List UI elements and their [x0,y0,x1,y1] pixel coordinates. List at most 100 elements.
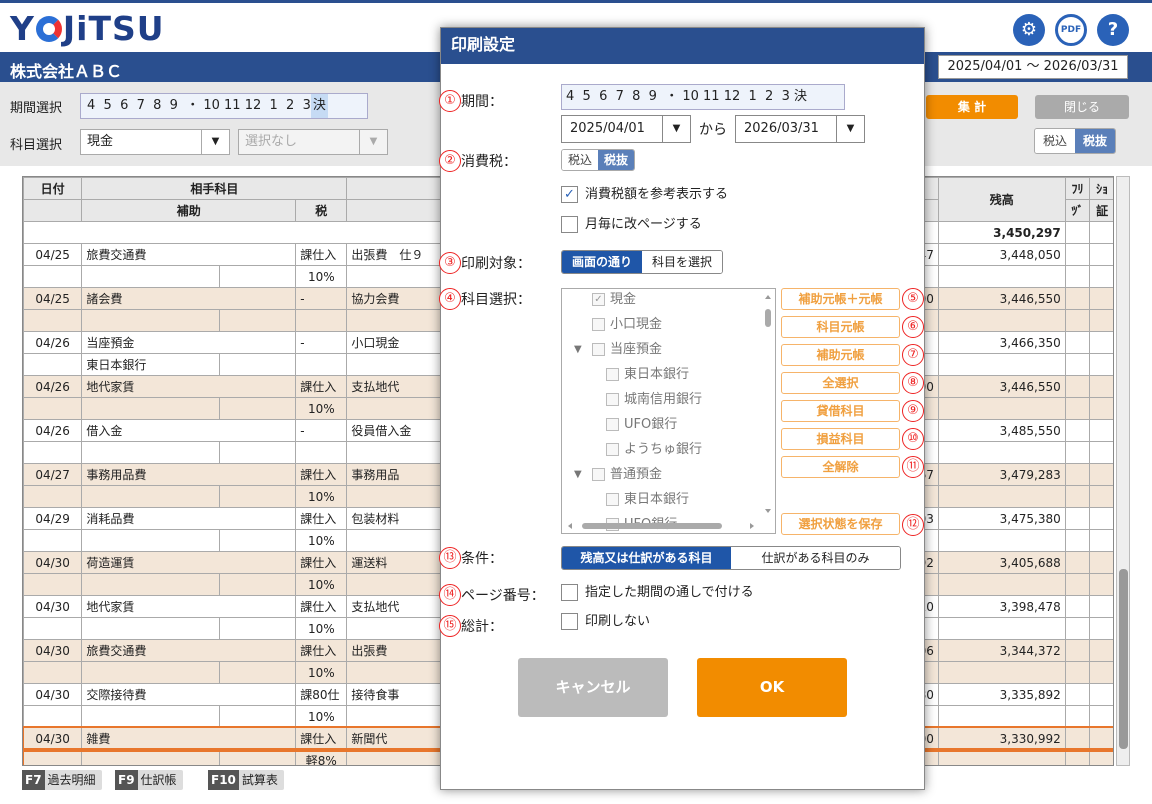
dialog-month-selector[interactable]: 4 5 6 7 8 9 ・ 10 11 12 1 2 3 決 [561,84,845,110]
gear-icon[interactable]: ⚙ [1013,14,1045,46]
sub-account-dropdown[interactable]: 選択なし ▼ [238,129,388,155]
save-selection-button[interactable]: 選択状態を保存 [781,513,900,535]
cell-balance: 3,446,550 [937,375,1066,398]
cell-blank [937,617,1066,640]
cell-account: 当座預金 [81,331,297,354]
tree-item[interactable]: 小口現金 [592,316,662,334]
pl-accounts-button[interactable]: 損益科目 [781,428,900,450]
tree-item[interactable]: ✓ 現金 [592,291,636,309]
cell-flag [1089,749,1113,765]
target-screen-option[interactable]: 画面の通り [562,251,643,273]
tax-incl-option[interactable]: 税込 [1035,129,1076,153]
cell-flag [1089,265,1113,288]
from-date-select[interactable]: 2025/04/01 ▼ [561,115,691,143]
header-furi: ﾌﾘ [1064,177,1091,200]
cell-blank [23,485,83,508]
f10-key[interactable]: F10 試算表 [208,770,284,790]
cell-dept [219,705,297,728]
dialog-tax-incl[interactable]: 税込 [562,150,599,170]
cell-flag [1064,331,1091,354]
cell-tax: - [295,419,348,442]
dialog-month-end[interactable]: 決 [794,89,807,104]
dialog-tax-toggle[interactable]: 税込 税抜 [561,149,636,171]
tax-excl-option[interactable]: 税抜 [1075,129,1116,153]
dialog-tax-excl[interactable]: 税抜 [598,150,635,170]
kara-label: から [699,122,727,138]
close-button[interactable]: 閉じる [1035,95,1129,119]
triangle-down-icon[interactable]: ▼ [574,466,582,484]
sub-and-main-ledger-button[interactable]: 補助元帳＋元帳 [781,288,900,310]
condition-label: 条件： [461,551,503,567]
condition-entries-option[interactable]: 仕訳がある科目のみ [731,547,900,569]
empty-checkbox-icon [561,584,578,601]
target-select-option[interactable]: 科目を選択 [642,251,723,273]
account-dropdown[interactable]: 現金 ▼ [80,129,230,155]
tree-horizontal-scrollbar[interactable] [566,521,756,531]
cell-balance: 3,398,478 [937,595,1066,618]
condition-toggle[interactable]: 残高又は仕訳がある科目 仕訳がある科目のみ [561,546,901,570]
cell-blank [937,397,1066,420]
to-date-select[interactable]: 2026/03/31 ▼ [735,115,865,143]
deselect-all-button[interactable]: 全解除 [781,456,900,478]
table-scrollbar[interactable] [1116,176,1130,766]
cell-taxrate [295,441,348,464]
triangle-down-icon[interactable]: ▼ [574,341,582,359]
tax-toggle[interactable]: 税込 税抜 [1034,128,1117,154]
select-all-button[interactable]: 全選択 [781,372,900,394]
cell-dept [219,397,297,420]
pdf-icon[interactable]: PDF [1055,14,1087,46]
target-toggle[interactable]: 画面の通り 科目を選択 [561,250,724,274]
monthly-page-checkbox[interactable]: 月毎に改ページする [561,216,702,234]
cell-blank [937,353,1066,376]
cell-flag [1089,551,1113,574]
cell-sub [81,485,221,508]
sub-ledger-button[interactable]: 補助元帳 [781,344,900,366]
f9-key[interactable]: F9 仕訳帳 [115,770,183,790]
marker-8: ⑧ [902,372,924,394]
account-ledger-button[interactable]: 科目元帳 [781,316,900,338]
cell-flag [1089,639,1113,662]
header-sho: ｼｮ [1089,177,1113,200]
account-tree[interactable]: ✓ 現金 小口現金 ▼ 当座預金 東日本銀行 城南信用銀行 UFO銀行 ようちゅ銀行… [561,288,776,534]
f7-key[interactable]: F7 過去明細 [22,770,102,790]
marker-11: ⑪ [902,456,924,478]
condition-balance-option[interactable]: 残高又は仕訳がある科目 [562,547,731,569]
scroll-thumb[interactable] [1119,569,1128,749]
tree-item[interactable]: ▼ 普通預金 [574,466,663,484]
cell-date: 04/30 [23,727,83,750]
cell-sub [81,441,221,464]
tree-item[interactable]: 城南信用銀行 [606,391,702,409]
tree-item[interactable]: ▼ 当座預金 [574,341,663,359]
page-number-checkbox[interactable]: 指定した期間の通しで付ける [561,584,754,602]
cell-flag [1089,617,1113,640]
cell-blank [937,749,1066,765]
cell-blank [937,441,1066,464]
cell-balance: 3,485,550 [937,419,1066,442]
tree-item-label: 当座預金 [610,342,663,357]
no-total-checkbox[interactable]: 印刷しない [561,613,650,631]
cell-flag [1064,419,1091,442]
tax-ref-checkbox[interactable]: ✓ 消費税額を参考表示する [561,186,728,204]
tree-item[interactable]: UFO銀行 [606,416,677,434]
dialog-title: 印刷設定 [441,28,924,64]
carry-balance: 3,450,297 [937,221,1066,244]
tree-vertical-scrollbar[interactable] [763,293,773,515]
cell-tax: 課仕入 [295,595,348,618]
tree-item[interactable]: 東日本銀行 [606,491,689,509]
help-icon[interactable]: ? [1097,14,1129,46]
cancel-button[interactable]: キャンセル [518,658,668,717]
cell-flag [1089,287,1113,310]
cell-flag [1064,595,1091,618]
cell-account: 地代家賃 [81,375,297,398]
tax-ref-label: 消費税額を参考表示する [585,187,729,202]
tree-item[interactable]: 東日本銀行 [606,366,689,384]
tree-item[interactable]: ようちゅ銀行 [606,441,702,459]
balance-sheet-accounts-button[interactable]: 貸借科目 [781,400,900,422]
total-button[interactable]: 集 計 [926,95,1018,119]
cell-dept [219,749,297,765]
ok-button[interactable]: OK [697,658,847,717]
cell-flag [1064,727,1091,750]
month-end[interactable]: 決 [310,94,328,118]
month-selector[interactable]: 4 5 6 7 8 9 ・ 10 11 12 1 2 3決 [80,93,368,119]
tree-item-label: 普通預金 [610,467,663,482]
